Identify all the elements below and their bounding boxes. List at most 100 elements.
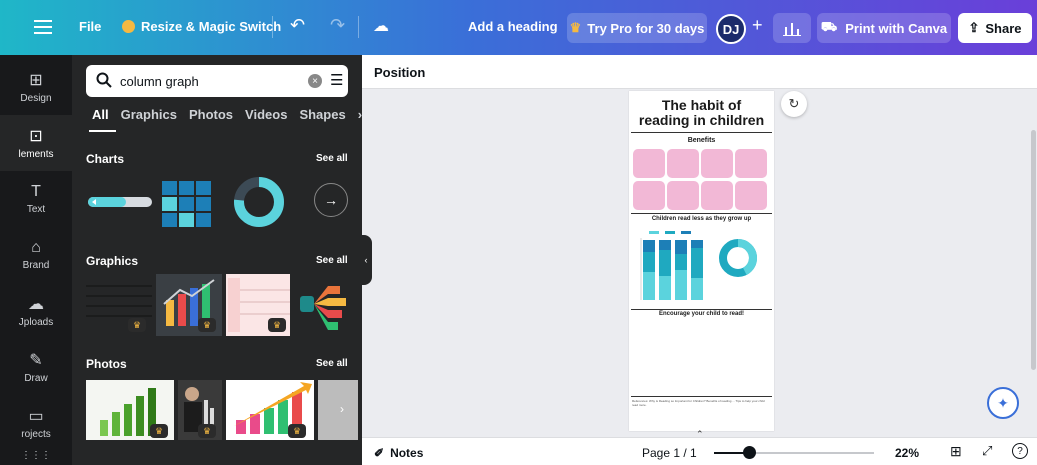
tab-shapes[interactable]: Shapes [299, 107, 345, 122]
rotate-icon[interactable]: ↻ [781, 91, 807, 117]
content-tabs: All Graphics Photos Videos Shapes › [92, 107, 362, 122]
share-upload-icon: ⇪ [968, 20, 980, 35]
folder-icon: ▭ [28, 408, 44, 425]
charts-next-arrow-icon[interactable]: → [314, 183, 348, 217]
try-pro-button[interactable]: ♛ Try Pro for 30 days [567, 13, 707, 43]
zoom-percentage[interactable]: 22% [895, 446, 919, 460]
position-button[interactable]: Position [374, 65, 425, 80]
benefit-card [735, 181, 767, 210]
rail-item-projects[interactable]: ▭ rojects [0, 395, 72, 451]
search-input[interactable]: column graph × ☰ [86, 65, 348, 97]
rail-label: Draw [24, 373, 48, 384]
text-icon: T [31, 183, 41, 200]
pro-crown-icon: ♛ [198, 318, 216, 332]
references-text: References: Why is Reading so Important … [632, 399, 765, 407]
design-title-field[interactable]: Add a heading [468, 19, 558, 34]
divider [631, 132, 772, 133]
vertical-scrollbar[interactable] [1031, 130, 1036, 370]
see-all-charts-link[interactable]: See all [316, 153, 348, 164]
help-icon[interactable]: ? [1012, 443, 1028, 459]
photo-thumb-partial[interactable]: › [318, 380, 358, 440]
chart-thumb-donut[interactable] [230, 172, 288, 232]
file-menu-button[interactable]: File [79, 19, 101, 34]
pro-crown-icon: ♛ [198, 424, 216, 438]
share-button[interactable]: ⇪ Share [958, 13, 1032, 43]
divider [358, 16, 359, 38]
magic-sparkle-icon[interactable]: ✦ [987, 387, 1019, 419]
pro-crown-icon: ♛ [128, 318, 146, 332]
chart-thumb-progress-bar[interactable] [86, 172, 156, 232]
add-collaborator-icon[interactable]: + [752, 15, 763, 36]
chart-thumb-grid-table[interactable] [160, 172, 216, 232]
notes-button[interactable]: ✐ Notes [374, 446, 423, 460]
rail-item-more[interactable]: ⋮⋮⋮ [0, 445, 72, 465]
benefit-card [633, 181, 665, 210]
photo-thumb-green-bars[interactable]: ♛ [86, 380, 174, 440]
benefit-card [633, 149, 665, 178]
section-title-charts: Charts [86, 152, 125, 166]
photos-next-arrow-icon[interactable]: › [340, 402, 344, 416]
see-all-graphics-link[interactable]: See all [316, 255, 348, 266]
design-page[interactable]: The habit of reading in children Benefit… [629, 91, 774, 431]
upload-icon: ☁ [28, 296, 44, 313]
chart-heading: Children read less as they grow up [651, 216, 752, 222]
tab-videos[interactable]: Videos [245, 107, 287, 122]
tab-all[interactable]: All [92, 107, 109, 122]
tabs-next-icon[interactable]: › [358, 107, 362, 122]
rail-item-brand[interactable]: ⌂ Brand [0, 227, 72, 283]
search-icon [96, 72, 112, 91]
rail-item-elements[interactable]: ⊡ lements [0, 115, 72, 171]
photo-thumb-business[interactable]: ♛ [178, 380, 222, 440]
print-with-canva-button[interactable]: ⛟ Print with Canva [817, 13, 951, 43]
grid-view-icon[interactable]: ⊞ [950, 443, 962, 460]
pro-crown-icon: ♛ [150, 424, 168, 438]
section-title-photos: Photos [86, 357, 127, 371]
graphic-thumb-table[interactable]: ♛ [86, 274, 152, 336]
brand-icon: ⌂ [31, 239, 41, 256]
tab-graphics[interactable]: Graphics [121, 107, 177, 122]
avatar[interactable]: DJ [716, 14, 746, 44]
graphic-thumb-bar-growth[interactable]: ♛ [156, 274, 222, 336]
print-label: Print with Canva [845, 20, 948, 36]
cta-text: Encourage your child to read! [658, 311, 744, 317]
insights-chart-button[interactable] [773, 13, 811, 43]
column-graph[interactable] [635, 228, 769, 308]
apps-grid-icon: ⋮⋮⋮ [21, 449, 51, 461]
rail-label: lements [18, 149, 54, 160]
rail-label: Text [26, 204, 46, 215]
rail-label: rojects [21, 429, 51, 440]
rail-item-design[interactable]: ⊞ Design [0, 59, 72, 115]
pen-icon: ✎ [29, 352, 43, 369]
divider [631, 396, 772, 397]
zoom-slider-handle[interactable] [743, 446, 757, 459]
rail-item-draw[interactable]: ✎ Draw [0, 339, 72, 395]
filter-icon[interactable]: ☰ [330, 71, 343, 89]
graphic-thumb-infographic[interactable] [294, 274, 352, 336]
undo-icon[interactable]: ↶ [290, 15, 305, 36]
design-title-line: reading in children [638, 112, 765, 128]
see-all-photos-link[interactable]: See all [316, 358, 348, 369]
design-title-line: The habit of [661, 97, 742, 113]
fullscreen-icon[interactable]: ⤢ [982, 443, 992, 459]
pro-crown-icon: ♛ [268, 318, 286, 332]
collapse-panel-handle[interactable]: ‹ [360, 235, 372, 285]
redo-icon[interactable]: ↷ [330, 15, 345, 36]
search-value: column graph [120, 74, 199, 89]
notes-label: Notes [390, 446, 424, 460]
cloud-saved-icon[interactable]: ☁ [373, 16, 389, 36]
benefit-card [667, 181, 699, 210]
page-indicator[interactable]: Page 1 / 1 [642, 446, 697, 460]
hamburger-menu-icon[interactable] [34, 19, 52, 35]
clear-search-icon[interactable]: × [308, 74, 322, 88]
rail-item-uploads[interactable]: ☁ Jploads [0, 283, 72, 339]
graphic-thumb-pink-table[interactable]: ♛ [226, 274, 290, 336]
elements-panel: column graph × ☰ All Graphics Photos Vid… [72, 55, 362, 465]
photo-thumb-3d-bars[interactable]: ♛ [226, 380, 314, 440]
truck-icon: ⛟ [820, 19, 838, 34]
tab-photos[interactable]: Photos [189, 107, 233, 122]
resize-magic-switch-button[interactable]: Resize & Magic Switch [122, 19, 281, 34]
benefits-heading: Benefits [687, 137, 716, 144]
rail-item-text[interactable]: T Text [0, 171, 72, 227]
shapes-icon: ⊡ [29, 128, 43, 145]
divider [631, 309, 772, 310]
